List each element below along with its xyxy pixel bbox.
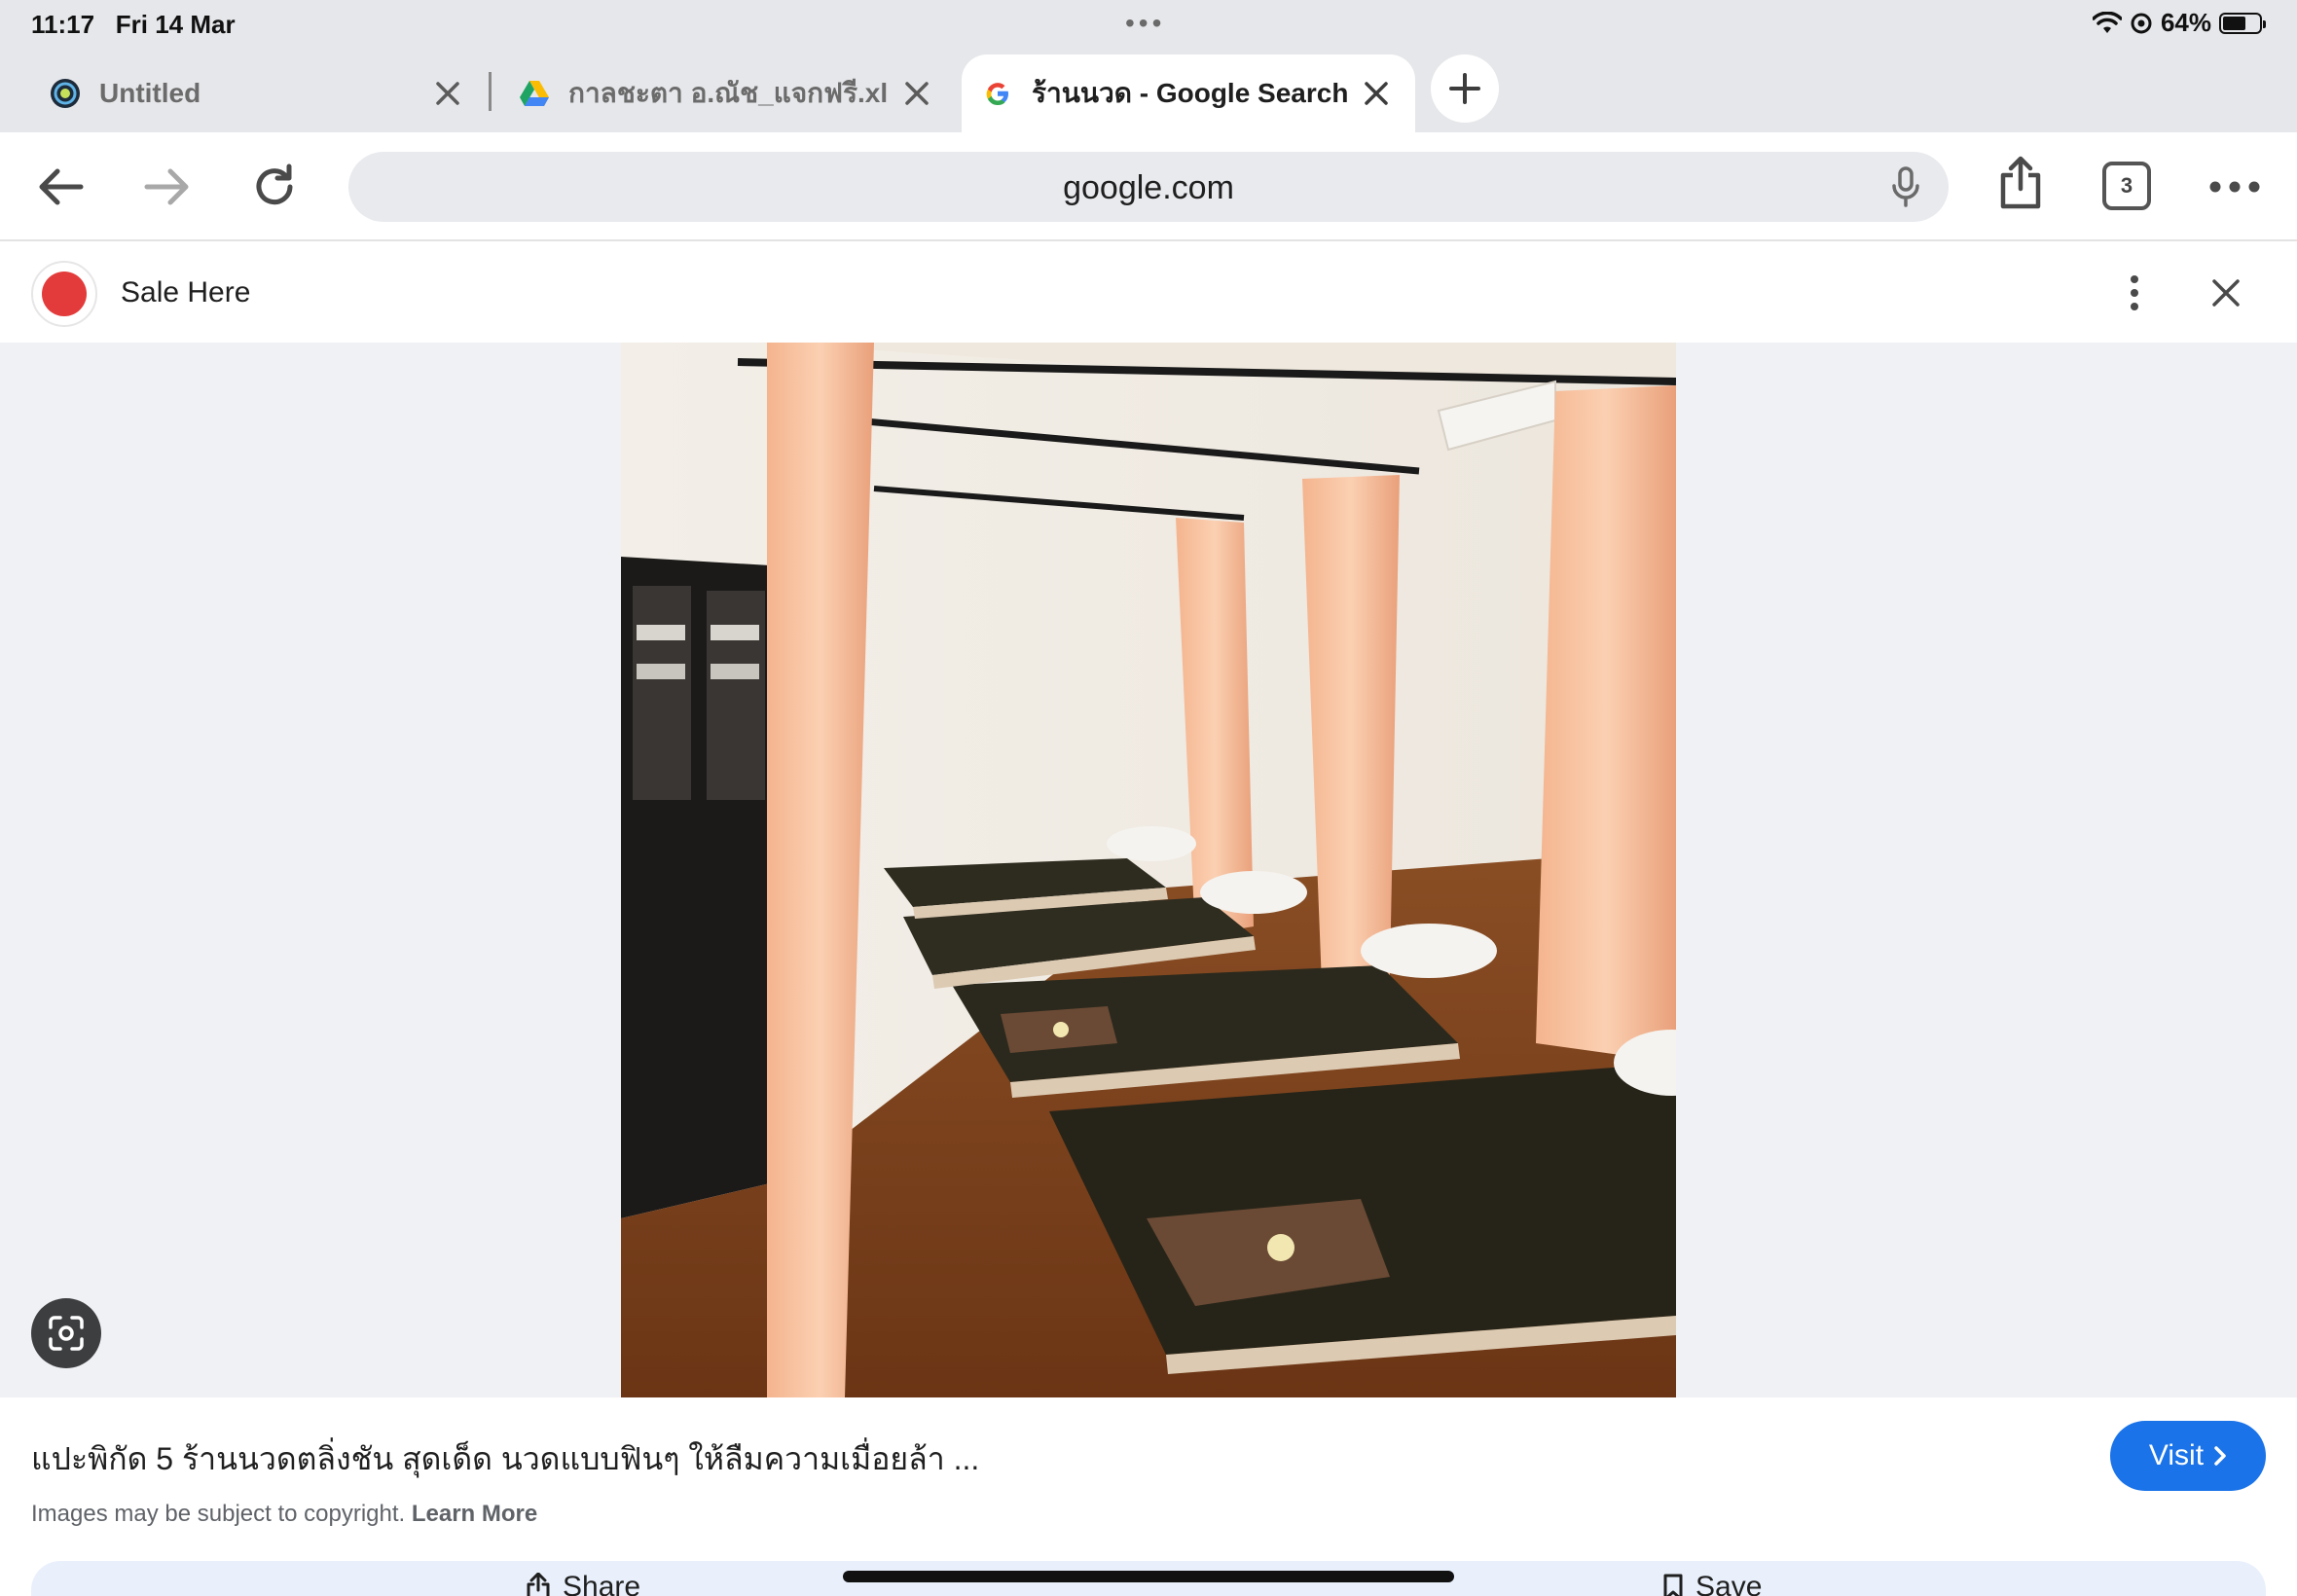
close-icon[interactable] (897, 74, 936, 113)
arrow-right-icon (143, 165, 192, 208)
more-options-button[interactable] (2206, 158, 2264, 216)
share-icon (526, 1573, 551, 1596)
close-icon[interactable] (1357, 74, 1396, 113)
preview-image[interactable] (621, 343, 1676, 1397)
image-viewer-header: Sale Here (0, 243, 2297, 343)
visit-label: Visit (2149, 1439, 2204, 1472)
source-name[interactable]: Sale Here (121, 276, 250, 309)
status-indicators: 64% (2093, 8, 2262, 38)
copyright-notice: Images may be subject to copyright. Lear… (31, 1501, 537, 1528)
result-title[interactable]: แปะพิกัด 5 ร้านนวดตลิ่งชัน สุดเด็ด นวดแบ… (31, 1434, 979, 1484)
battery-icon (2219, 13, 2262, 34)
forward-button[interactable] (138, 158, 197, 216)
bookmark-icon (1662, 1573, 1684, 1596)
copyright-text: Images may be subject to copyright. (31, 1501, 405, 1527)
more-horizontal-icon (2209, 181, 2260, 193)
close-icon[interactable] (428, 74, 467, 113)
sale-here-logo-icon (42, 272, 87, 316)
tab-untitled[interactable]: Untitled (29, 54, 487, 132)
visit-button[interactable]: Visit (2110, 1421, 2266, 1491)
viewer-more-button[interactable] (2108, 267, 2161, 319)
close-icon (2210, 277, 2242, 308)
date: Fri 14 Mar (116, 10, 236, 39)
reload-button[interactable] (245, 158, 304, 216)
google-g-icon (981, 77, 1014, 110)
share-button[interactable] (1991, 154, 2050, 212)
microphone-icon[interactable] (1882, 163, 1929, 210)
share-icon (1997, 156, 2044, 210)
address-bar[interactable]: google.com (348, 152, 1949, 222)
save-label: Save (1695, 1571, 1762, 1596)
wifi-icon (2093, 12, 2122, 35)
tab-strip: Untitled กาลชะตา อ.ณัช_แจกฟรี.xl (0, 49, 2297, 132)
learn-more-link[interactable]: Learn More (412, 1501, 537, 1527)
lens-icon (47, 1314, 86, 1353)
image-stage (0, 343, 2297, 1397)
tab-google-drive-file[interactable]: กาลชะตา อ.ณัช_แจกฟรี.xl (498, 54, 956, 132)
plus-icon (1448, 72, 1481, 105)
image-result-info: แปะพิกัด 5 ร้านนวดตลิ่งชัน สุดเด็ด นวดแบ… (0, 1397, 2297, 1596)
status-bar: 11:17 Fri 14 Mar ••• 64% (0, 0, 2297, 49)
new-tab-button[interactable] (1431, 54, 1499, 123)
browser-toolbar: google.com 3 (0, 132, 2297, 241)
tab-title: ร้านนวด - Google Search (1032, 72, 1347, 115)
at-sign-icon (2130, 12, 2153, 35)
tab-title: กาลชะตา อ.ณัช_แจกฟรี.xl (568, 72, 888, 115)
google-lens-button[interactable] (31, 1298, 101, 1368)
status-time: 11:17 Fri 14 Mar (31, 10, 236, 40)
source-logo[interactable] (31, 261, 97, 327)
viewer-close-button[interactable] (2200, 267, 2252, 319)
battery-percent: 64% (2161, 8, 2211, 38)
share-action-button[interactable]: Share (526, 1571, 640, 1596)
swirl-icon (49, 77, 82, 110)
google-drive-icon (518, 77, 551, 110)
share-label: Share (563, 1571, 640, 1596)
clock: 11:17 (31, 10, 94, 39)
more-vertical-icon (2130, 275, 2139, 310)
url-text: google.com (348, 169, 1949, 207)
multitask-dots-icon[interactable]: ••• (1125, 8, 1165, 39)
battery-level (2223, 17, 2245, 30)
tab-switcher-button[interactable]: 3 (2102, 162, 2151, 210)
home-indicator[interactable] (843, 1571, 1454, 1582)
tab-divider (489, 72, 492, 111)
arrow-left-icon (36, 165, 85, 208)
chevron-right-icon (2213, 1445, 2227, 1467)
back-button[interactable] (31, 158, 90, 216)
save-action-button[interactable]: Save (1662, 1571, 1762, 1596)
tab-google-search[interactable]: ร้านนวด - Google Search (962, 54, 1415, 132)
massage-room-photo (621, 343, 1676, 1397)
reload-icon (250, 163, 299, 211)
tab-title: Untitled (99, 78, 419, 109)
